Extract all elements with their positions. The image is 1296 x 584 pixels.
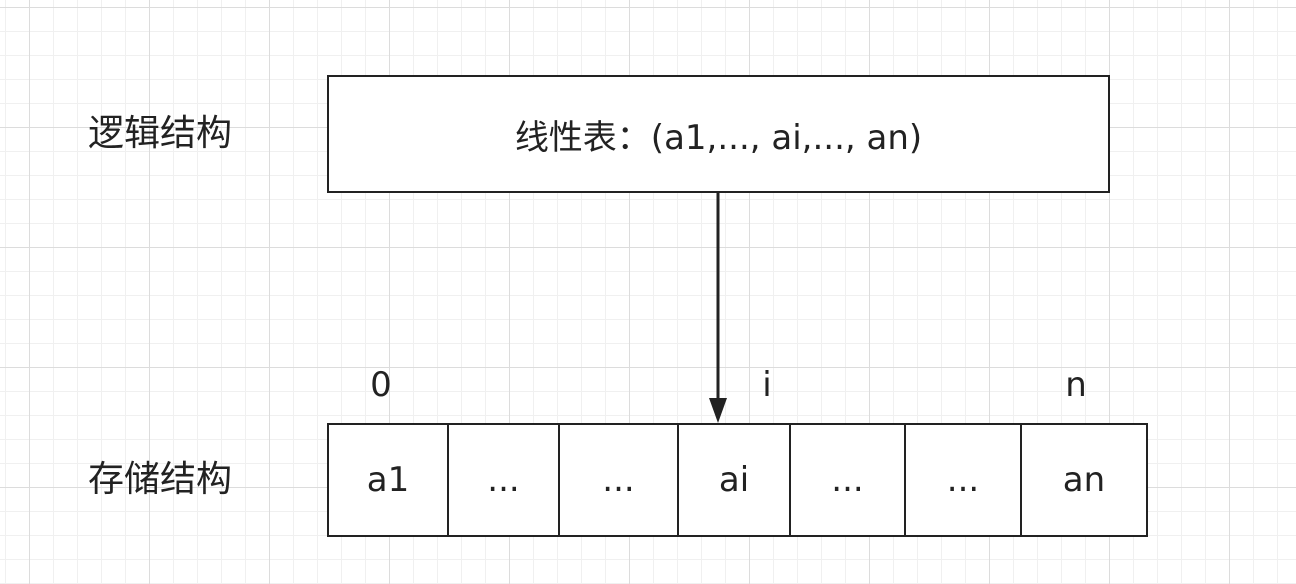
array-cell: ...: [906, 425, 1022, 535]
array-cell: ai: [679, 425, 791, 535]
array-cell: ...: [560, 425, 679, 535]
index-label-i: i: [762, 365, 772, 405]
index-label-0: 0: [370, 365, 392, 405]
mapping-arrowhead: [709, 398, 727, 423]
storage-structure-label: 存储结构: [88, 459, 233, 500]
array-cell: ...: [449, 425, 560, 535]
linear-list-text: 线性表：(a1,..., ai,..., an): [514, 117, 923, 158]
array-cell: ...: [791, 425, 906, 535]
storage-array: a1 ... ... ai ... ... an: [327, 423, 1148, 537]
array-cell: an: [1022, 425, 1148, 535]
logical-structure-label: 逻辑结构: [88, 113, 233, 154]
index-label-n: n: [1065, 365, 1087, 405]
linear-list-box: 线性表：(a1,..., ai,..., an): [327, 75, 1110, 193]
array-cell: a1: [329, 425, 449, 535]
